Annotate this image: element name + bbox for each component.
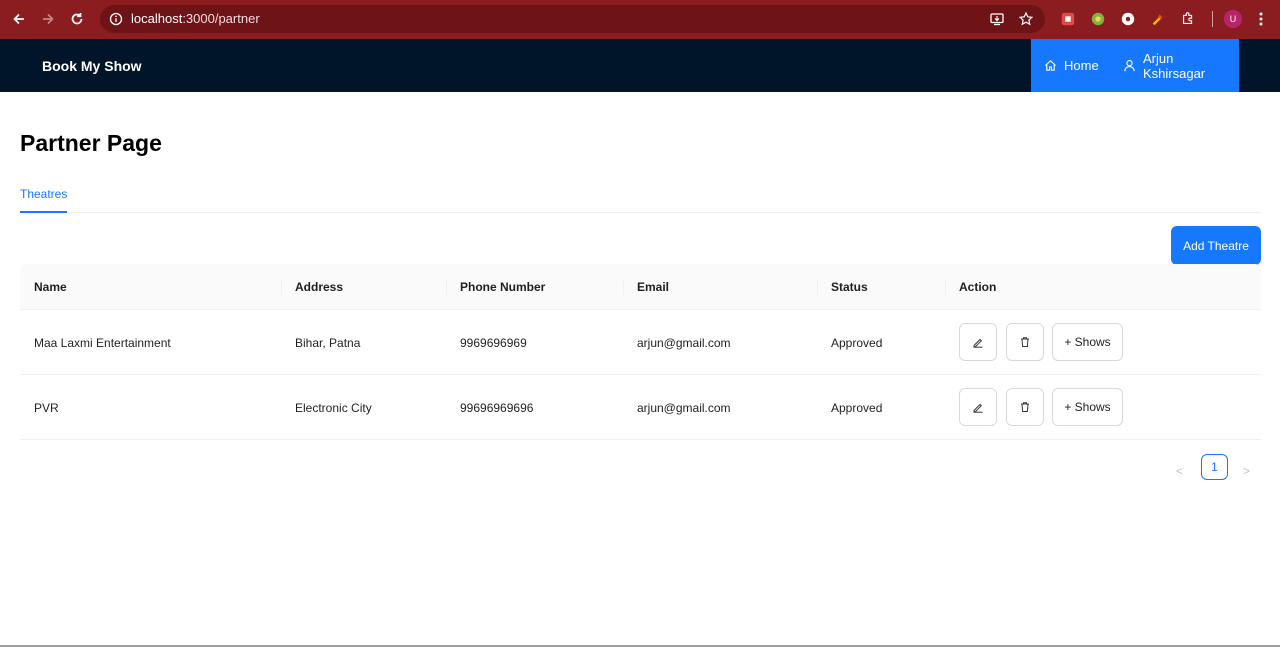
extension-3-icon[interactable] xyxy=(1119,10,1137,28)
table-row: PVR Electronic City 99696969696 arjun@gm… xyxy=(20,375,1261,440)
delete-icon xyxy=(1021,402,1029,412)
pagination-next-button[interactable]: > xyxy=(1243,464,1255,478)
column-divider xyxy=(623,279,624,295)
edit-button[interactable] xyxy=(959,323,997,361)
cell-email: arjun@gmail.com xyxy=(637,336,731,350)
extensions-puzzle-icon[interactable] xyxy=(1179,10,1197,28)
pagination-page-1[interactable]: 1 xyxy=(1201,454,1228,480)
cell-address: Electronic City xyxy=(295,401,372,415)
column-header-name: Name xyxy=(34,280,67,294)
browser-toolbar: localhost:3000/partner U xyxy=(0,0,1280,39)
cell-status: Approved xyxy=(831,401,883,415)
edit-button[interactable] xyxy=(959,388,997,426)
bookmark-star-icon[interactable] xyxy=(1018,11,1034,27)
tab-bar: Theatres xyxy=(20,180,1261,213)
forward-arrow-icon[interactable] xyxy=(38,9,58,29)
url-text: localhost:3000/partner xyxy=(131,11,260,26)
back-arrow-icon[interactable] xyxy=(9,9,29,29)
table-row: Maa Laxmi Entertainment Bihar, Patna 996… xyxy=(20,310,1261,375)
menu-item-user[interactable]: Arjun Kshirsagar xyxy=(1123,39,1239,92)
delete-button[interactable] xyxy=(1006,388,1044,426)
toolbar-divider xyxy=(1212,11,1213,27)
edit-icon xyxy=(973,338,983,348)
app-header: Book My Show Home Arjun Kshirsagar xyxy=(0,39,1280,92)
menu-item-home[interactable]: Home xyxy=(1044,39,1099,92)
edit-icon xyxy=(973,403,983,413)
theatres-table: Name Address Phone Number Email Status A… xyxy=(20,264,1261,440)
tab-theatres[interactable]: Theatres xyxy=(20,187,68,213)
column-divider xyxy=(446,279,447,295)
address-bar[interactable]: localhost:3000/partner xyxy=(100,5,1045,33)
install-app-icon[interactable] xyxy=(989,11,1005,27)
column-header-phone: Phone Number xyxy=(460,280,546,294)
menu-item-label: Home xyxy=(1064,58,1099,73)
add-theatre-button[interactable]: Add Theatre xyxy=(1171,226,1261,265)
page-title: Partner Page xyxy=(20,130,162,156)
delete-button[interactable] xyxy=(1006,323,1044,361)
site-info-icon[interactable] xyxy=(109,12,123,26)
extension-1-icon[interactable] xyxy=(1059,10,1077,28)
column-divider xyxy=(945,279,946,295)
cell-phone: 99696969696 xyxy=(460,401,534,415)
column-header-action: Action xyxy=(959,280,997,294)
cell-email: arjun@gmail.com xyxy=(637,401,731,415)
pagination-prev-button[interactable]: < xyxy=(1176,464,1188,478)
menu-item-label: Arjun Kshirsagar xyxy=(1142,50,1206,81)
column-header-status: Status xyxy=(831,280,868,294)
header-menu: Home Arjun Kshirsagar xyxy=(1031,39,1239,92)
table-header: Name Address Phone Number Email Status A… xyxy=(20,264,1261,310)
column-divider xyxy=(817,279,818,295)
user-icon xyxy=(1124,60,1135,72)
reload-icon[interactable] xyxy=(67,9,87,29)
column-header-email: Email xyxy=(637,280,670,294)
cell-status: Approved xyxy=(831,336,883,350)
extension-4-icon[interactable] xyxy=(1149,10,1167,28)
url-path: :3000/partner xyxy=(182,11,260,26)
browser-menu-icon[interactable] xyxy=(1254,10,1268,28)
add-shows-button[interactable]: + Shows xyxy=(1052,388,1123,426)
cell-name: PVR xyxy=(34,401,59,415)
home-icon xyxy=(1045,60,1056,71)
column-divider xyxy=(281,279,282,295)
cell-name: Maa Laxmi Entertainment xyxy=(34,336,171,350)
profile-avatar[interactable]: U xyxy=(1224,10,1242,28)
extension-2-icon[interactable] xyxy=(1089,10,1107,28)
cell-address: Bihar, Patna xyxy=(295,336,361,350)
delete-icon xyxy=(1021,337,1029,347)
add-shows-button[interactable]: + Shows xyxy=(1052,323,1123,361)
cell-phone: 9969696969 xyxy=(460,336,527,350)
url-host: localhost xyxy=(131,11,183,26)
brand-title[interactable]: Book My Show xyxy=(42,58,142,74)
column-header-address: Address xyxy=(295,280,344,294)
